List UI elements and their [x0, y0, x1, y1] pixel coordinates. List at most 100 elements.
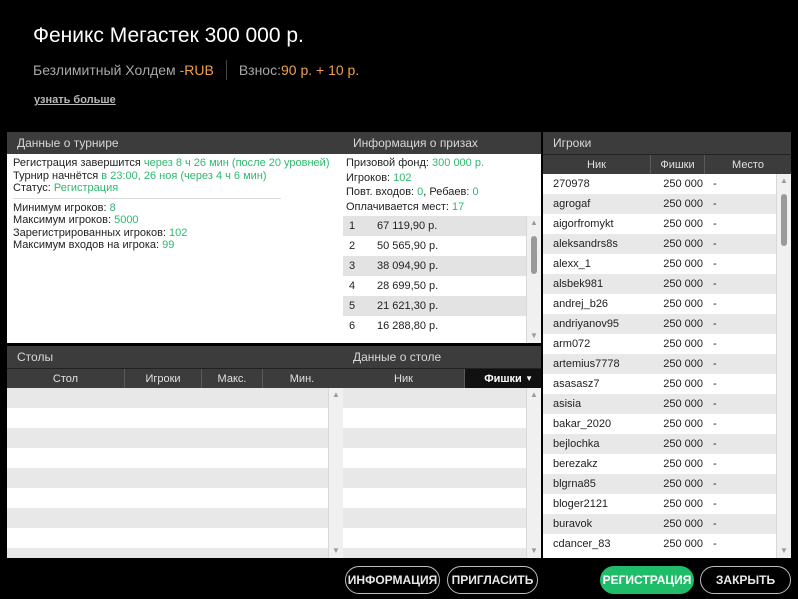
- scroll-down-arrow-icon[interactable]: ▼: [329, 544, 343, 558]
- max-players-line: Максимум игроков: 5000: [13, 214, 337, 227]
- column-min[interactable]: Мин.: [263, 369, 341, 388]
- players-column-header: Ник Фишки Место: [543, 154, 791, 174]
- prize-amount: 16 288,80 р.: [377, 320, 439, 332]
- scrollbar-thumb[interactable]: [781, 194, 787, 246]
- table-data-scrollbar[interactable]: ▲ ▼: [526, 388, 541, 558]
- prize-pool-value: 300 000 р.: [432, 157, 485, 169]
- player-row[interactable]: bejlochka 250 000-: [543, 434, 776, 454]
- scrollbar-thumb[interactable]: [531, 236, 537, 274]
- player-row[interactable]: alexx_1 250 000-: [543, 254, 776, 274]
- player-row[interactable]: 270978 250 000-: [543, 174, 776, 194]
- player-chips: 250 000: [663, 198, 703, 210]
- player-place: -: [713, 318, 717, 330]
- player-row[interactable]: bakar_2020 250 000-: [543, 414, 776, 434]
- player-place: -: [713, 418, 717, 430]
- player-chips: 250 000: [663, 298, 703, 310]
- player-row[interactable]: andrej_b26 250 000-: [543, 294, 776, 314]
- prize-place: 6: [349, 320, 356, 332]
- player-chips: 250 000: [663, 378, 703, 390]
- info-button[interactable]: ИНФОРМАЦИЯ: [345, 566, 440, 594]
- reentries-label: Повт. входов:: [346, 186, 418, 198]
- prize-amount: 50 565,90 р.: [377, 240, 439, 252]
- player-nick: bejlochka: [553, 438, 600, 450]
- player-nick: alsbek981: [553, 278, 604, 290]
- tables-list[interactable]: [7, 388, 328, 558]
- prize-row: 4 28 699,50 р.: [343, 276, 526, 296]
- player-chips: 250 000: [663, 518, 703, 530]
- player-place: -: [713, 478, 717, 490]
- currency: RUB: [184, 62, 214, 78]
- scroll-down-arrow-icon[interactable]: ▼: [527, 544, 541, 558]
- column-place[interactable]: Место: [705, 155, 791, 174]
- player-chips: 250 000: [663, 258, 703, 270]
- max-entries-label: Максимум входов на игрока:: [13, 239, 163, 251]
- prize-row: 2 50 565,90 р.: [343, 236, 526, 256]
- max-entries-line: Максимум входов на игрока: 99: [13, 239, 337, 252]
- player-row[interactable]: arm072 250 000-: [543, 334, 776, 354]
- column-players[interactable]: Игроки: [125, 369, 202, 388]
- player-row[interactable]: artemius7778 250 000-: [543, 354, 776, 374]
- players-scrollbar[interactable]: ▲ ▼: [776, 174, 791, 558]
- player-row[interactable]: berezakz 250 000-: [543, 454, 776, 474]
- scroll-up-arrow-icon[interactable]: ▲: [527, 216, 541, 230]
- invite-button[interactable]: ПРИГЛАСИТЬ: [447, 566, 538, 594]
- column-nick[interactable]: Ник: [543, 155, 651, 174]
- prize-scrollbar[interactable]: ▲ ▼: [526, 216, 541, 343]
- player-row[interactable]: agrogaf 250 000-: [543, 194, 776, 214]
- prize-info-panel: Информация о призах Призовой фонд: 300 0…: [343, 132, 541, 343]
- column-max[interactable]: Макс.: [202, 369, 263, 388]
- player-row[interactable]: asisia 250 000-: [543, 394, 776, 414]
- scroll-up-arrow-icon[interactable]: ▲: [329, 388, 343, 402]
- prize-place: 2: [349, 240, 356, 252]
- prize-amount: 67 119,90 р.: [377, 220, 438, 232]
- player-chips: 250 000: [663, 498, 703, 510]
- min-players-label: Минимум игроков:: [13, 201, 110, 214]
- close-button[interactable]: ЗАКРЫТЬ: [700, 566, 791, 594]
- player-nick: arm072: [553, 338, 591, 350]
- player-nick: artemius7778: [553, 358, 620, 370]
- prize-summary: Призовой фонд: 300 000 р. Игроков: 102 П…: [343, 154, 541, 216]
- players-list[interactable]: 270978 250 000- agrogaf 250 000- aigorfromyk…: [543, 174, 776, 558]
- player-row[interactable]: cdancer_83 250 000-: [543, 534, 776, 554]
- column-table[interactable]: Стол: [7, 369, 125, 388]
- player-row[interactable]: blgrna85 250 000-: [543, 474, 776, 494]
- player-place: -: [713, 438, 717, 450]
- player-place: -: [713, 538, 717, 550]
- player-nick: blgrna85: [553, 478, 596, 490]
- player-row[interactable]: asasasz7 250 000-: [543, 374, 776, 394]
- column-chips[interactable]: Фишки: [651, 155, 705, 174]
- prize-place: 4: [349, 280, 356, 292]
- table-data-list[interactable]: [343, 388, 526, 558]
- player-row[interactable]: aleksandrs8s 250 000-: [543, 234, 776, 254]
- scroll-down-arrow-icon[interactable]: ▼: [777, 544, 791, 558]
- registration-label: Регистрация завершится: [13, 157, 144, 169]
- scroll-down-arrow-icon[interactable]: ▼: [527, 329, 541, 343]
- tables-column-header: Стол Игроки Макс. Мин.: [7, 368, 343, 388]
- player-row[interactable]: buravok 250 000-: [543, 514, 776, 534]
- paid-places-value: 17: [452, 200, 465, 213]
- player-row[interactable]: aigorfromykt 250 000-: [543, 214, 776, 234]
- player-nick: berezakz: [553, 458, 598, 470]
- scroll-up-arrow-icon[interactable]: ▲: [777, 174, 791, 188]
- player-row[interactable]: bloger2121 250 000-: [543, 494, 776, 514]
- player-chips: 250 000: [663, 418, 703, 430]
- rebuys-value: 0: [472, 186, 479, 198]
- player-nick: andriyanov95: [553, 318, 620, 330]
- player-place: -: [713, 198, 717, 210]
- buyin-value: 90 р. + 10 р.: [280, 62, 360, 78]
- scroll-up-arrow-icon[interactable]: ▲: [527, 388, 541, 402]
- column-chips-sorted[interactable]: Фишки ▼: [465, 369, 541, 388]
- prize-info-heading: Информация о призах: [343, 132, 541, 154]
- player-row[interactable]: alsbek981 250 000-: [543, 274, 776, 294]
- player-place: -: [713, 398, 717, 410]
- prize-table[interactable]: 1 67 119,90 р. 2 50 565,90 р. 3 38 094,90 р. 4…: [343, 216, 541, 343]
- player-row[interactable]: andriyanov95 250 000-: [543, 314, 776, 334]
- tables-scrollbar[interactable]: ▲ ▼: [328, 388, 343, 558]
- player-chips: 250 000: [663, 278, 703, 290]
- prize-row: 1 67 119,90 р.: [343, 216, 526, 236]
- table-data-heading: Данные о столе: [343, 346, 541, 368]
- column-nick[interactable]: Ник: [343, 369, 465, 388]
- learn-more-link[interactable]: узнать больше: [34, 94, 116, 106]
- register-button[interactable]: РЕГИСТРАЦИЯ: [600, 566, 694, 594]
- buyin-label: Взнос:: [238, 62, 281, 78]
